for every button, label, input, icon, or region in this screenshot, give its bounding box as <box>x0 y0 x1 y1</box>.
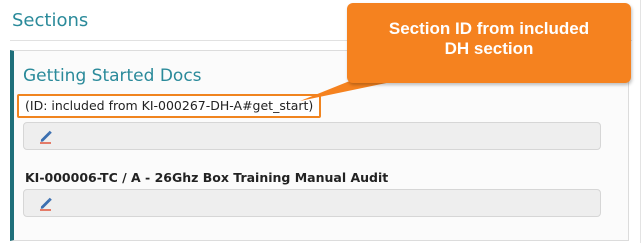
callout-text: Section ID from included DH section <box>347 19 631 59</box>
sections-heading: Sections <box>12 10 89 31</box>
callout-line-1: Section ID from included <box>388 19 590 38</box>
callout-line-2: DH section <box>444 39 534 58</box>
section-title: Getting Started Docs <box>23 66 202 86</box>
pencil-icon[interactable] <box>38 195 54 211</box>
item-content-field[interactable] <box>23 189 601 217</box>
annotation-callout: Section ID from included DH section <box>347 3 631 83</box>
pencil-icon[interactable] <box>38 128 54 144</box>
section-id-text: (ID: included from KI-000267-DH-A#get_st… <box>25 98 314 113</box>
section-id-label: (ID: included from KI-000267-DH-A#get_st… <box>17 94 322 118</box>
section-content-field[interactable] <box>23 122 601 150</box>
item-title: KI-000006-TC / A - 26Ghz Box Training Ma… <box>25 170 389 185</box>
